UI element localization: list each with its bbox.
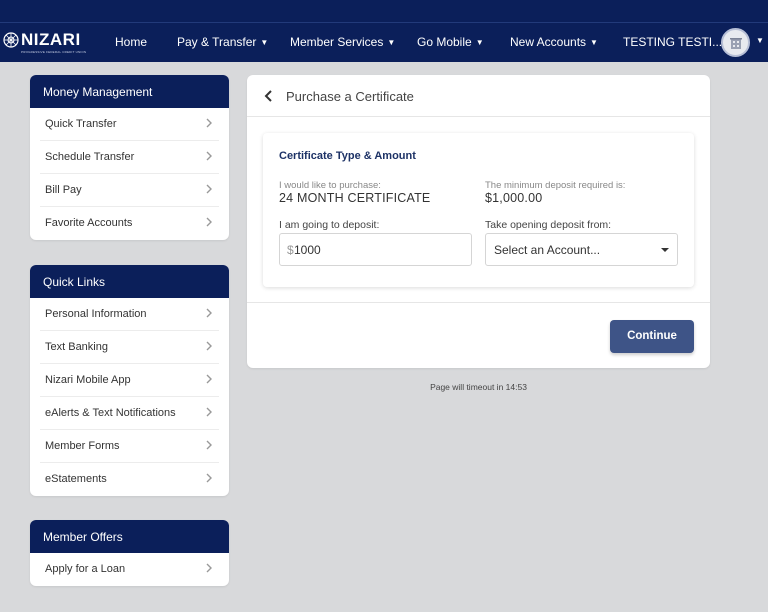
sidebar-item-label: Quick Transfer [45,118,117,130]
deposit-account-selected: Select an Account... [494,243,601,257]
chevron-right-icon [206,374,212,384]
avatar[interactable] [721,28,750,57]
nav-user-label: TESTING TESTI... [623,35,723,49]
certificate-form: Certificate Type & Amount I would like t… [263,133,694,287]
page-title: Purchase a Certificate [286,89,414,104]
brand-name: NIZARI [21,30,81,49]
chevron-right-icon [206,151,212,161]
sidebar-item-personal-information[interactable]: Personal Information [40,298,219,331]
nav-go-mobile-label: Go Mobile [417,35,472,49]
chevron-right-icon [206,118,212,128]
chevron-right-icon [206,184,212,194]
sidebar-item-label: Text Banking [45,341,108,353]
quick-links-panel: Quick Links Personal Information Text Ban… [30,265,229,496]
deposit-amount-value: 1000 [294,243,321,257]
member-offers-title: Member Offers [30,520,229,553]
quick-links-list: Personal Information Text Banking Nizari M… [30,298,229,496]
sidebar-item-label: eStatements [45,473,107,485]
caret-down-icon [661,248,669,252]
purchase-label: I would like to purchase: [279,180,381,191]
sidebar-item-schedule-transfer[interactable]: Schedule Transfer [40,141,219,174]
sidebar-item-label: Bill Pay [45,184,82,196]
section-title: Certificate Type & Amount [279,150,416,162]
sidebar-item-ealerts-text-notifications[interactable]: eAlerts & Text Notifications [40,397,219,430]
sidebar-item-label: eAlerts & Text Notifications [45,407,176,419]
nav-pay-transfer-label: Pay & Transfer [177,35,257,49]
chevron-right-icon [206,440,212,450]
nav-new-accounts-label: New Accounts [510,35,587,49]
brand-tagline: PROGRESSIVE FEDERAL CREDIT UNION [21,50,87,54]
chevron-down-icon: ▼ [475,38,484,47]
sidebar-item-estatements[interactable]: eStatements [40,463,219,496]
chevron-right-icon [206,308,212,318]
sidebar-item-quick-transfer[interactable]: Quick Transfer [40,108,219,141]
money-management-title: Money Management [30,75,229,108]
card-divider [247,302,710,303]
chevron-right-icon [206,341,212,351]
nav-member-services-label: Member Services [290,35,384,49]
nav-member-services[interactable]: Member Services ▼ [290,35,395,49]
money-management-panel: Money Management Quick Transfer Schedule … [30,75,229,240]
chevron-down-icon: ▼ [260,38,269,47]
sidebar-item-nizari-mobile-app[interactable]: Nizari Mobile App [40,364,219,397]
purchase-certificate-card: Purchase a Certificate Certificate Type … [247,75,710,368]
certificate-type-value: 24 MONTH CERTIFICATE [279,191,431,205]
sidebar-item-bill-pay[interactable]: Bill Pay [40,174,219,207]
bank-building-icon [729,37,742,49]
quick-links-title: Quick Links [30,265,229,298]
session-timeout-text: Page will timeout in 14:53 [430,382,527,392]
deposit-source-label: Take opening deposit from: [485,219,612,231]
deposit-amount-label: I am going to deposit: [279,219,380,231]
card-header: Purchase a Certificate [247,75,710,117]
brand-logo[interactable]: NIZARI [3,30,81,49]
chevron-down-icon[interactable]: ▼ [756,36,764,45]
minimum-deposit-value: $1,000.00 [485,191,543,205]
continue-button[interactable]: Continue [610,320,694,353]
money-management-list: Quick Transfer Schedule Transfer Bill Pay F… [30,108,229,240]
chevron-right-icon [206,473,212,483]
nav-new-accounts[interactable]: New Accounts ▼ [510,35,598,49]
back-arrow-icon[interactable] [261,88,277,104]
deposit-account-select[interactable]: Select an Account... [485,233,678,266]
sidebar-item-apply-for-a-loan[interactable]: Apply for a Loan [40,553,219,586]
logo-emblem-icon [3,32,19,48]
sidebar-item-member-forms[interactable]: Member Forms [40,430,219,463]
deposit-amount-input[interactable]: $ 1000 [279,233,472,266]
chevron-right-icon [206,563,212,573]
nav-home-label: Home [115,35,148,49]
nav-home[interactable]: Home [115,35,147,49]
sidebar-item-label: Nizari Mobile App [45,374,131,386]
member-offers-panel: Member Offers Apply for a Loan [30,520,229,586]
chevron-right-icon [206,217,212,227]
chevron-down-icon: ▼ [590,38,598,47]
nav-go-mobile[interactable]: Go Mobile ▼ [417,35,484,49]
top-strip [0,0,768,22]
sidebar-item-label: Apply for a Loan [45,563,126,575]
sidebar-item-label: Schedule Transfer [45,151,135,163]
sidebar-item-label: Personal Information [45,308,147,320]
nav-pay-transfer[interactable]: Pay & Transfer ▼ [177,35,268,49]
minimum-deposit-label: The minimum deposit required is: [485,180,626,191]
main-navbar: NIZARI PROGRESSIVE FEDERAL CREDIT UNION … [0,22,768,62]
currency-symbol: $ [287,243,294,257]
nav-user-menu[interactable]: TESTING TESTI... [623,35,722,49]
chevron-down-icon: ▼ [387,38,396,47]
sidebar-item-text-banking[interactable]: Text Banking [40,331,219,364]
sidebar-item-label: Favorite Accounts [45,217,133,229]
member-offers-list: Apply for a Loan [30,553,229,586]
sidebar-item-favorite-accounts[interactable]: Favorite Accounts [40,207,219,240]
chevron-right-icon [206,407,212,417]
sidebar-item-label: Member Forms [45,440,120,452]
